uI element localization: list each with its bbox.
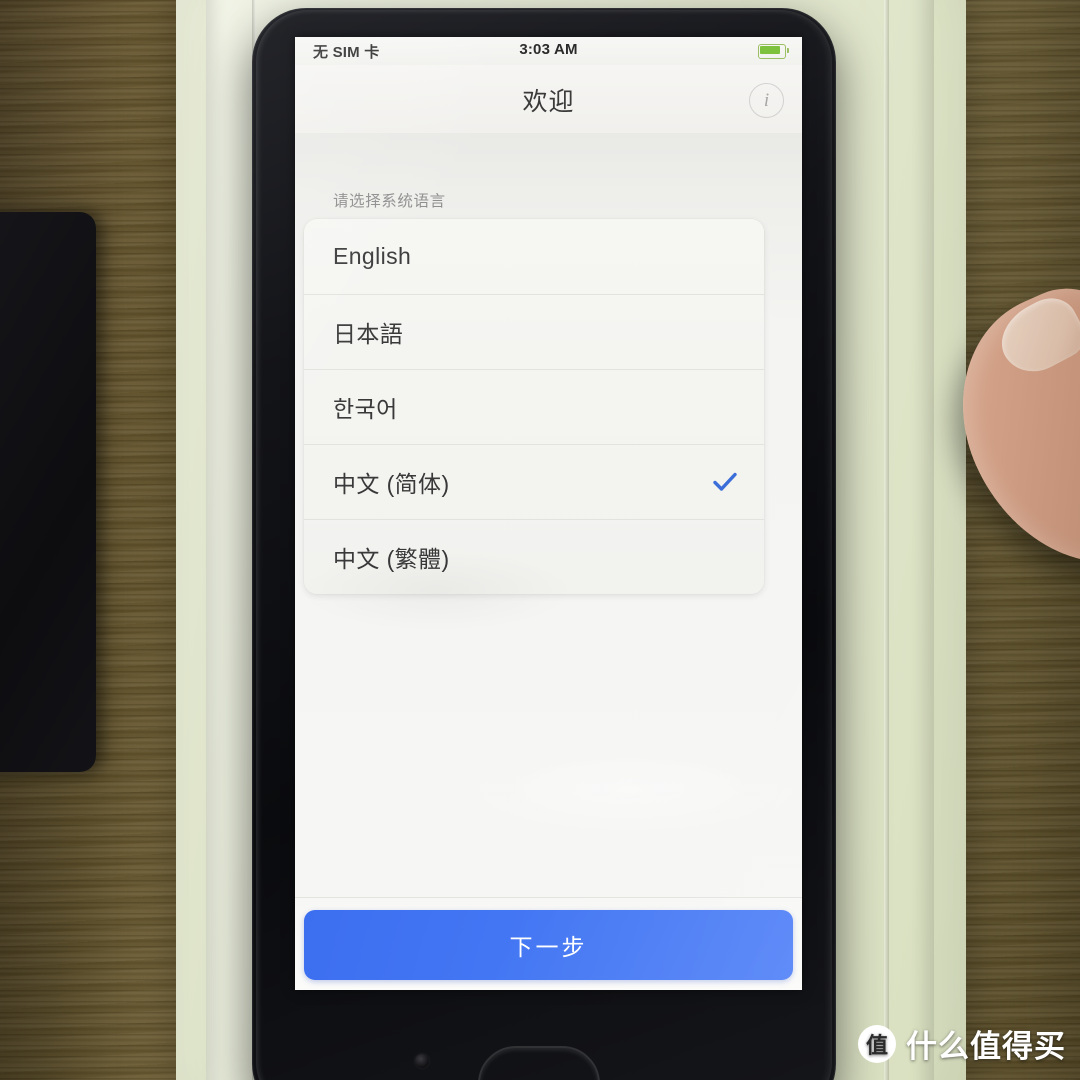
watermark: 值 什么值得买	[858, 1021, 1066, 1066]
list-item[interactable]: 中文 (简体)	[304, 444, 764, 519]
battery-full-icon	[758, 44, 790, 59]
watermark-badge-icon: 值	[858, 1024, 896, 1063]
home-button[interactable]	[478, 1046, 600, 1080]
photo-scene: 无 SIM 卡 3:03 AM 欢迎 i 请选择系统语言 English 日本語	[0, 0, 1080, 1080]
info-circle-icon[interactable]: i	[749, 83, 784, 118]
language-label: 日本語	[333, 320, 404, 347]
language-label: 中文 (繁體)	[333, 545, 450, 572]
next-button-label: 下一步	[509, 934, 588, 960]
page-title: 欢迎	[522, 88, 575, 116]
list-item[interactable]: 中文 (繁體)	[304, 519, 764, 594]
front-camera	[415, 1054, 429, 1068]
language-list: English 日本語 한국어 中文 (简体) 中文 (繁體)	[304, 219, 764, 594]
info-button-glyph: i	[763, 89, 770, 111]
list-item[interactable]: English	[304, 219, 764, 294]
black-notebook-object	[0, 212, 96, 772]
list-item[interactable]: 한국어	[304, 369, 764, 444]
language-label: 中文 (简体)	[333, 470, 450, 497]
checkmark-icon	[712, 469, 738, 495]
language-label: English	[333, 243, 412, 269]
box-crease-right	[884, 0, 889, 1080]
list-item[interactable]: 日本語	[304, 294, 764, 369]
status-bar: 无 SIM 卡 3:03 AM	[295, 37, 802, 65]
next-button[interactable]: 下一步	[304, 910, 793, 980]
phone-screen[interactable]: 无 SIM 卡 3:03 AM 欢迎 i 请选择系统语言 English 日本語	[295, 37, 802, 990]
status-bar-time: 3:03 AM	[519, 41, 578, 58]
section-header-language: 请选择系统语言	[333, 193, 446, 210]
footer-bar: 下一步	[295, 897, 802, 990]
language-label: 한국어	[333, 395, 398, 422]
watermark-text: 什么值得买	[906, 1029, 1066, 1064]
nav-bar: 欢迎 i	[295, 65, 802, 134]
setup-content: 请选择系统语言 English 日本語 한국어 中文 (简体) 中文 (繁體)	[295, 133, 802, 897]
